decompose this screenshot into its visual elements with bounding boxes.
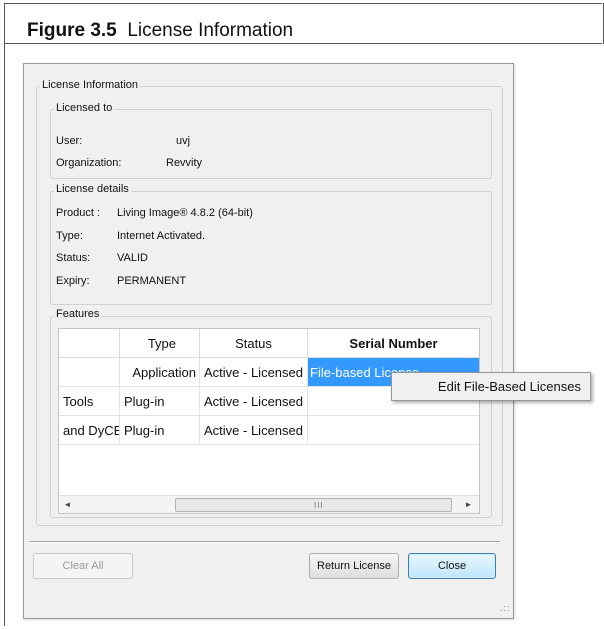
resize-grip-icon[interactable]: .:: [500, 603, 511, 613]
scrollbar-grip-icon: III [314, 501, 324, 510]
organization-value: Revvity [166, 157, 203, 169]
type-label: Type: [56, 230, 83, 242]
table-row-1-name[interactable] [59, 358, 120, 387]
table-row-2-name[interactable]: Tools [59, 387, 120, 416]
license-details-legend: License details [54, 183, 131, 195]
close-button[interactable]: Close [408, 553, 496, 579]
scroll-left-icon[interactable]: ◄ [59, 496, 76, 513]
table-row-2-status[interactable]: Active - Licensed [200, 387, 308, 416]
figure-header: Figure 3.5 License Information [5, 4, 602, 44]
table-row-1-type[interactable]: Application [120, 358, 200, 387]
expiry-value: PERMANENT [117, 275, 187, 287]
return-license-button[interactable]: Return License [309, 553, 399, 579]
scroll-right-icon[interactable]: ► [460, 496, 477, 513]
table-row-3-name[interactable]: and DyCE [59, 416, 120, 445]
features-legend: Features [54, 308, 102, 320]
column-header-serial-number[interactable]: Serial Number [308, 329, 479, 358]
organization-label: Organization: [56, 157, 122, 169]
features-table[interactable]: Type Status Serial Number Application Ac… [58, 328, 480, 514]
row-2-name-text: Tools [63, 393, 94, 409]
expiry-label: Expiry: [56, 275, 90, 287]
license-information-legend: License Information [40, 79, 140, 91]
status-label: Status: [56, 252, 91, 264]
button-separator-highlight [29, 542, 500, 543]
table-row-2-type[interactable]: Plug-in [120, 387, 200, 416]
context-menu-edit-file-based-licenses[interactable]: Edit File-Based Licenses [391, 372, 591, 401]
user-label: User: [56, 135, 83, 147]
figure-title: Figure 3.5 License Information [27, 20, 294, 41]
horizontal-scrollbar[interactable]: ◄ III ► [59, 495, 479, 513]
status-value: VALID [117, 252, 148, 264]
type-value: Internet Activated. [117, 230, 206, 242]
table-row-3-status[interactable]: Active - Licensed [200, 416, 308, 445]
table-row-3-type[interactable]: Plug-in [120, 416, 200, 445]
product-value: Living Image® 4.8.2 (64-bit) [117, 207, 253, 219]
clear-all-button[interactable]: Clear All [33, 553, 133, 579]
licensed-to-legend: Licensed to [54, 102, 115, 114]
product-label: Product : [56, 207, 101, 219]
user-value: uvj [176, 135, 191, 147]
column-header-type[interactable]: Type [120, 329, 200, 358]
column-header-name[interactable] [59, 329, 120, 358]
table-row-3-serial[interactable] [308, 416, 479, 445]
table-row-1-status[interactable]: Active - Licensed [200, 358, 308, 387]
scrollbar-thumb[interactable]: III [175, 498, 452, 512]
column-header-status[interactable]: Status [200, 329, 308, 358]
